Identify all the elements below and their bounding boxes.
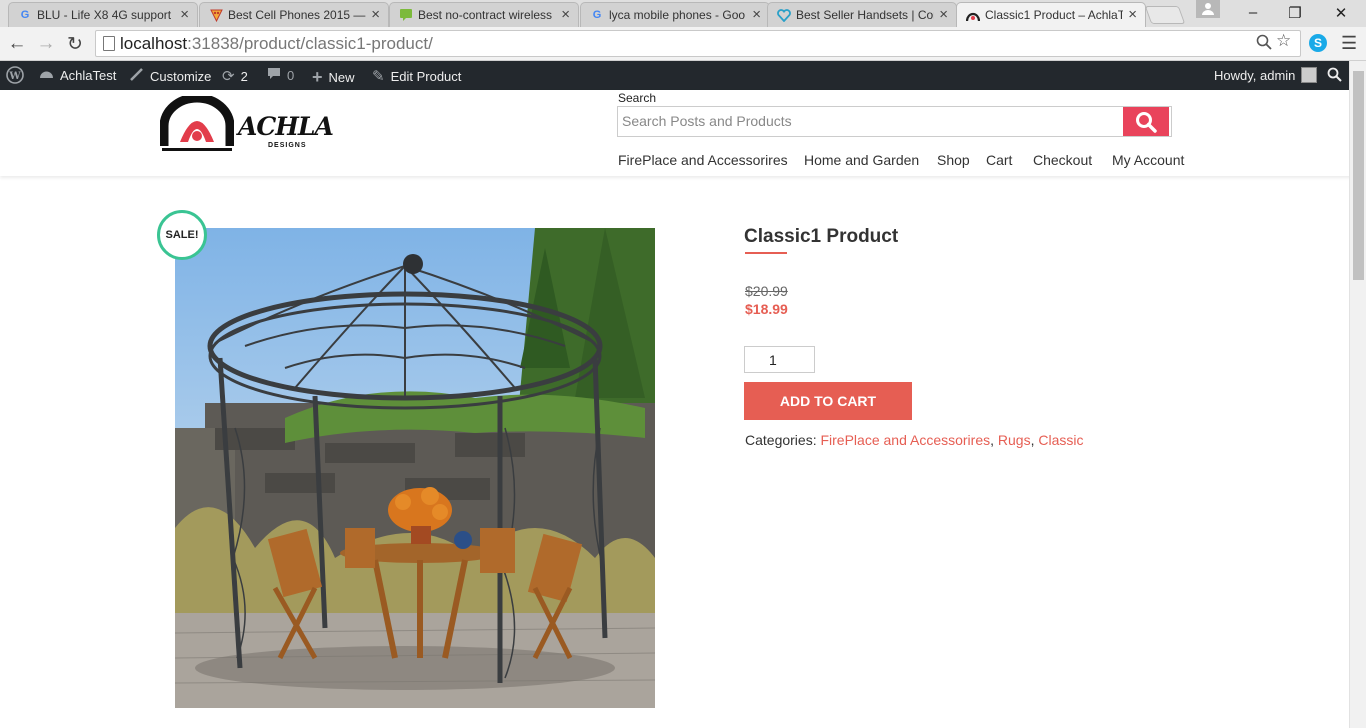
profile-icon[interactable] [1196,0,1220,18]
heart-icon [777,8,791,22]
svg-text:W: W [8,71,21,82]
browser-tab[interactable]: Best no-contract wireless × [389,2,579,27]
nav-checkout[interactable]: Checkout [1033,152,1092,168]
page-scrollbar[interactable] [1349,61,1366,728]
category-link[interactable]: Rugs [998,432,1031,448]
url-host: localhost [120,34,188,53]
browser-tab[interactable]: Best Cell Phones 2015 — × [199,2,389,27]
edit-product-link[interactable]: ✎ Edit Product [372,67,461,85]
speech-bubble-icon [399,8,413,22]
title-underline [745,252,787,254]
site-name-link[interactable]: AchlaTest [39,67,116,84]
achla-designs-logo[interactable]: ACHLA [238,112,334,141]
quantity-input[interactable] [744,346,815,373]
wp-admin-bar: W AchlaTest Customize ⟳ 2 0 + New ✎ Edit… [0,61,1366,90]
browser-toolbar: ← → ↻ localhost:31838/product/classic1-p… [0,27,1366,61]
customize-link[interactable]: Customize [129,67,211,86]
reload-icon[interactable]: ↻ [64,33,86,56]
fireplace-international-logo[interactable] [159,93,235,154]
browser-menu-icon[interactable]: ☰ [1341,33,1357,54]
product-image[interactable] [175,228,655,708]
search-label: Search [618,91,657,105]
nav-cart[interactable]: Cart [986,152,1012,168]
skype-extension-icon[interactable]: S [1309,34,1327,52]
sale-price: $18.99 [745,301,788,317]
account-menu[interactable]: Howdy, admin [1214,67,1318,83]
address-bar[interactable]: localhost:31838/product/classic1-product… [95,30,1301,57]
close-tab-icon[interactable]: × [180,6,189,23]
search-icon [1136,111,1157,133]
category-link[interactable]: Classic [1038,432,1083,448]
close-tab-icon[interactable]: × [939,6,948,23]
updates-icon: ⟳ [222,68,235,85]
nav-home-garden[interactable]: Home and Garden [804,152,919,168]
browser-tab[interactable]: Best Seller Handsets | Con × [767,2,957,27]
category-link[interactable]: FirePlace and Accessorires [820,432,990,448]
scrollbar-thumb[interactable] [1353,71,1364,280]
site-header: ACHLA DESIGNS Search FirePlace and Acces… [0,90,1366,176]
pencil-icon: ✎ [372,68,385,85]
product-title: Classic1 Product [744,226,899,247]
browser-tab[interactable]: G lyca mobile phones - Goo × [580,2,770,27]
wordpress-icon[interactable]: W [6,66,24,84]
add-to-cart-button[interactable]: ADD TO CART [744,382,912,420]
bookmark-star-icon[interactable]: ☆ [1276,31,1291,51]
new-tab-button[interactable] [1144,6,1186,24]
plus-icon: + [312,67,323,87]
close-tab-icon[interactable]: × [1128,6,1137,23]
browser-tab-active[interactable]: Classic1 Product – AchlaTe × [956,2,1146,27]
nav-my-account[interactable]: My Account [1112,152,1184,168]
search-button[interactable] [1123,107,1169,136]
google-icon: G [20,9,30,21]
close-tab-icon[interactable]: × [561,6,570,23]
new-content-link[interactable]: + New [312,67,355,88]
forward-icon[interactable]: → [35,33,57,55]
minimize-icon[interactable]: – [1243,4,1263,21]
brush-icon [129,67,144,86]
arch-logo-icon [966,8,980,22]
admin-search-icon[interactable] [1327,67,1342,82]
back-icon[interactable]: ← [6,33,28,55]
page-icon [103,36,115,51]
regular-price: $20.99 [745,283,788,299]
nav-fireplace[interactable]: FirePlace and Accessorires [618,152,788,168]
avatar [1301,67,1318,83]
product-categories: Categories: FirePlace and Accessorires, … [745,432,1084,448]
dashboard-icon [39,67,54,84]
sale-badge: SALE! [157,210,207,260]
categories-label: Categories: [745,432,817,448]
close-tab-icon[interactable]: × [371,6,380,23]
comment-icon [267,67,281,84]
url-path: :31838/product/classic1-product/ [187,34,433,53]
updates-link[interactable]: ⟳ 2 [222,67,248,85]
browser-tab[interactable]: G BLU - Life X8 4G support × [8,2,198,27]
search-box [617,106,1172,137]
comments-link[interactable]: 0 [267,67,294,84]
logo-subtitle: DESIGNS [268,142,307,149]
close-tab-icon[interactable]: × [752,6,761,23]
restore-icon[interactable]: ❐ [1285,4,1305,22]
close-window-icon[interactable]: ✕ [1331,4,1351,22]
nav-shop[interactable]: Shop [937,152,970,168]
zoom-search-icon[interactable] [1256,34,1272,55]
search-input[interactable] [622,113,1112,129]
pizza-slice-icon [209,8,223,22]
browser-tab-strip: G BLU - Life X8 4G support × Best Cell P… [0,0,1366,27]
google-icon: G [592,9,602,21]
